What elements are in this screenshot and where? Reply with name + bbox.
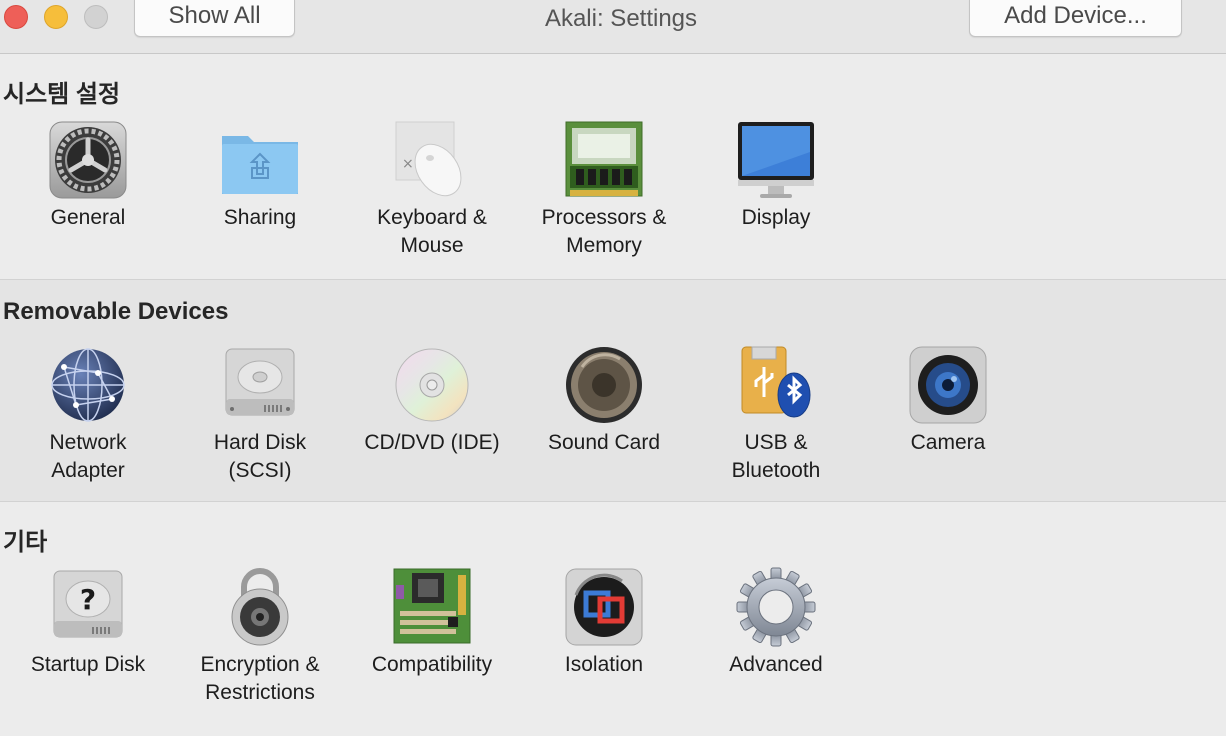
item-label: Keyboard & Mouse <box>377 206 487 257</box>
padlock-icon <box>218 565 302 649</box>
item-label: Advanced <box>729 653 823 676</box>
item-label: Camera <box>910 431 986 454</box>
other-item-isolation[interactable]: Isolation <box>518 565 690 679</box>
device-item-network-adapter[interactable]: Network Adapter <box>2 343 174 485</box>
other-item-startup-disk[interactable]: ? Startup Disk <box>2 565 174 679</box>
motherboard-icon <box>390 565 474 649</box>
section-title: 기타 <box>3 529 48 556</box>
show-all-button[interactable]: Show All <box>134 0 295 37</box>
sharing-folder-icon <box>218 118 302 202</box>
hard-disk-icon <box>218 343 302 427</box>
startup-disk-icon: ? <box>46 565 130 649</box>
item-label: Startup Disk <box>30 653 146 676</box>
item-label: Sound Card <box>547 431 661 454</box>
settings-item-keyboard-mouse[interactable]: × Keyboard & Mouse <box>346 118 518 260</box>
item-label: Encryption & Restrictions <box>200 653 320 704</box>
item-label: General <box>50 206 126 229</box>
item-label: Display <box>741 206 811 229</box>
network-globe-icon <box>46 343 130 427</box>
general-icon <box>46 118 130 202</box>
section-title: 시스템 설정 <box>3 81 121 108</box>
item-label: Network Adapter <box>49 431 127 482</box>
item-label: USB & Bluetooth <box>731 431 821 482</box>
isolation-icon <box>562 565 646 649</box>
other-item-advanced[interactable]: Advanced <box>690 565 862 679</box>
section-system-settings: 시스템 설정 General Sharing × Keyboard & Mous… <box>0 54 1226 278</box>
item-label: Isolation <box>564 653 644 676</box>
svg-text:?: ? <box>80 583 96 616</box>
other-item-compatibility[interactable]: Compatibility <box>346 565 518 679</box>
add-device-button[interactable]: Add Device... <box>969 0 1182 37</box>
camera-icon <box>906 343 990 427</box>
svg-text:×: × <box>402 156 414 172</box>
memory-chip-icon <box>562 118 646 202</box>
device-item-usb-bluetooth[interactable]: USB & Bluetooth <box>690 343 862 485</box>
device-item-camera[interactable]: Camera <box>862 343 1034 457</box>
settings-item-general[interactable]: General <box>2 118 174 232</box>
window-titlebar: Show All Akali: Settings Add Device... <box>0 0 1226 54</box>
settings-item-display[interactable]: Display <box>690 118 862 232</box>
keyboard-mouse-icon: × <box>390 118 474 202</box>
cd-dvd-icon <box>390 343 474 427</box>
section-title: Removable Devices <box>3 298 229 325</box>
other-item-encryption-restrictions[interactable]: Encryption & Restrictions <box>174 565 346 707</box>
window-title: Akali: Settings <box>544 5 698 32</box>
display-icon <box>734 118 818 202</box>
item-label: CD/DVD (IDE) <box>364 431 500 454</box>
usb-bluetooth-icon <box>734 343 818 427</box>
item-label: Hard Disk (SCSI) <box>213 431 307 482</box>
minimize-window-button[interactable] <box>44 5 68 29</box>
item-label: Processors & Memory <box>541 206 667 257</box>
item-label: Compatibility <box>371 653 493 676</box>
device-item-sound-card[interactable]: Sound Card <box>518 343 690 457</box>
item-label: Sharing <box>223 206 297 229</box>
section-other: 기타 ? Startup Disk Encryption & Restricti… <box>0 501 1226 736</box>
section-removable-devices: Removable Devices Network Adapter Hard D… <box>0 279 1226 502</box>
gear-icon <box>734 565 818 649</box>
close-window-button[interactable] <box>4 5 28 29</box>
device-item-cd-dvd[interactable]: CD/DVD (IDE) <box>346 343 518 457</box>
speaker-icon <box>562 343 646 427</box>
device-item-hard-disk[interactable]: Hard Disk (SCSI) <box>174 343 346 485</box>
settings-item-sharing[interactable]: Sharing <box>174 118 346 232</box>
settings-item-processors-memory[interactable]: Processors & Memory <box>518 118 690 260</box>
zoom-window-button[interactable] <box>84 5 108 29</box>
